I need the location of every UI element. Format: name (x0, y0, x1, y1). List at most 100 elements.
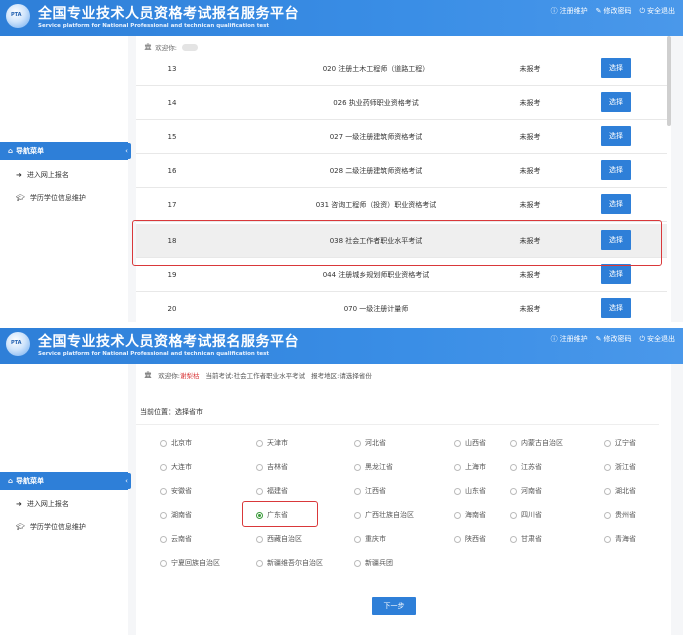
province-radio[interactable] (604, 487, 611, 495)
province-option[interactable]: 江苏省 (510, 462, 542, 472)
province-radio[interactable] (454, 463, 461, 471)
province-option[interactable]: 河南省 (510, 486, 542, 496)
register-maintain-link[interactable]: ⓘ 注册维护 (551, 334, 588, 344)
province-option[interactable]: 吉林省 (256, 462, 288, 472)
select-button[interactable]: 选择 (601, 264, 631, 284)
province-radio[interactable] (256, 439, 263, 447)
province-option[interactable]: 大连市 (160, 462, 192, 472)
province-option[interactable]: 贵州省 (604, 510, 636, 520)
province-option[interactable]: 辽宁省 (604, 438, 636, 448)
province-option[interactable]: 湖北省 (604, 486, 636, 496)
select-button[interactable]: 选择 (601, 298, 631, 318)
province-radio[interactable] (354, 511, 361, 519)
province-option[interactable]: 福建省 (256, 486, 288, 496)
scrollbar[interactable] (667, 36, 671, 126)
province-radio[interactable] (160, 559, 167, 567)
province-radio[interactable] (604, 511, 611, 519)
sidebar-item-degree-maintenance[interactable]: 🎓︎ 学历学位信息维护 (16, 193, 86, 203)
province-option[interactable]: 湖南省 (160, 510, 192, 520)
select-button[interactable]: 选择 (601, 126, 631, 146)
province-radio[interactable] (256, 559, 263, 567)
province-option[interactable]: 山东省 (454, 486, 486, 496)
province-option[interactable]: 江西省 (354, 486, 386, 496)
logout-link[interactable]: ⏻ 安全退出 (639, 334, 675, 344)
province-option[interactable]: 西藏自治区 (256, 534, 302, 544)
province-radio[interactable] (510, 463, 517, 471)
province-option[interactable]: 内蒙古自治区 (510, 438, 563, 448)
province-option[interactable]: 海南省 (454, 510, 486, 520)
province-option[interactable]: 宁夏回族自治区 (160, 558, 220, 568)
select-button[interactable]: 选择 (601, 194, 631, 214)
exam-name: 031 咨询工程师（投资）职业资格考试 (315, 201, 437, 209)
province-radio[interactable] (160, 535, 167, 543)
province-radio[interactable] (510, 511, 517, 519)
next-step-button[interactable]: 下一步 (372, 597, 416, 615)
register-maintain-link[interactable]: ⓘ 注册维护 (551, 6, 588, 16)
power-icon: ⏻ (639, 334, 645, 343)
province-radio[interactable] (604, 463, 611, 471)
select-button[interactable]: 选择 (601, 92, 631, 112)
home-icon: ⌂ (8, 147, 14, 155)
province-option[interactable]: 甘肃省 (510, 534, 542, 544)
change-password-link[interactable]: ✎ 修改密码 (596, 334, 632, 344)
row-number: 13 (167, 65, 177, 73)
province-radio[interactable] (510, 439, 517, 447)
province-option[interactable]: 四川省 (510, 510, 542, 520)
province-radio[interactable] (160, 439, 167, 447)
province-option[interactable]: 广西壮族自治区 (354, 510, 414, 520)
province-option[interactable]: 重庆市 (354, 534, 386, 544)
info-icon: ⓘ (550, 7, 558, 15)
province-radio[interactable] (160, 463, 167, 471)
sidebar-collapse-button[interactable]: ‹ (122, 143, 131, 159)
province-radio[interactable] (454, 535, 461, 543)
exam-status: 未报考 (519, 305, 541, 313)
change-password-link[interactable]: ✎ 修改密码 (596, 6, 632, 16)
province-option[interactable]: 天津市 (256, 438, 288, 448)
province-option[interactable]: 安徽省 (160, 486, 192, 496)
sidebar-collapse-button[interactable]: ‹ (122, 473, 131, 489)
sidebar-item-online-registration[interactable]: ➜ 进入网上报名 (16, 499, 69, 509)
select-button[interactable]: 选择 (601, 58, 631, 78)
province-option[interactable]: 黑龙江省 (354, 462, 393, 472)
current-exam: 社会工作者职业水平考试 (233, 372, 306, 380)
province-radio[interactable] (604, 439, 611, 447)
province-radio[interactable] (510, 487, 517, 495)
province-option[interactable]: 上海市 (454, 462, 486, 472)
province-label: 湖北省 (615, 487, 636, 495)
province-radio[interactable] (454, 439, 461, 447)
logout-link[interactable]: ⏻ 安全退出 (639, 6, 675, 16)
province-radio[interactable] (354, 559, 361, 567)
province-label: 湖南省 (171, 511, 192, 519)
province-radio[interactable] (454, 487, 461, 495)
province-radio[interactable] (160, 511, 167, 519)
pta-logo: PTA (6, 332, 30, 356)
province-option[interactable]: 新疆兵团 (354, 558, 393, 568)
sidebar-item-online-registration[interactable]: ➜ 进入网上报名 (16, 170, 69, 180)
province-radio[interactable] (256, 463, 263, 471)
province-label: 北京市 (171, 439, 192, 447)
province-option[interactable]: 青海省 (604, 534, 636, 544)
province-radio[interactable] (354, 439, 361, 447)
province-radio[interactable] (354, 535, 361, 543)
province-radio[interactable] (160, 487, 167, 495)
breadcrumb: 当前位置：选择省市 (140, 408, 203, 416)
edit-icon: ✎ (595, 7, 602, 15)
province-radio[interactable] (604, 535, 611, 543)
province-label: 山东省 (465, 487, 486, 495)
province-option[interactable]: 新疆维吾尔自治区 (256, 558, 323, 568)
province-radio[interactable] (454, 511, 461, 519)
province-option[interactable]: 云南省 (160, 534, 192, 544)
province-radio[interactable] (510, 535, 517, 543)
province-option[interactable]: 北京市 (160, 438, 192, 448)
province-radio[interactable] (354, 463, 361, 471)
province-radio[interactable] (354, 487, 361, 495)
province-option[interactable]: 河北省 (354, 438, 386, 448)
province-option[interactable]: 浙江省 (604, 462, 636, 472)
province-radio[interactable] (256, 487, 263, 495)
select-button[interactable]: 选择 (601, 160, 631, 180)
province-radio[interactable] (256, 535, 263, 543)
province-label: 福建省 (267, 487, 288, 495)
province-option[interactable]: 山西省 (454, 438, 486, 448)
sidebar-item-degree-maintenance[interactable]: 🎓︎ 学历学位信息维护 (16, 522, 86, 532)
province-option[interactable]: 陕西省 (454, 534, 486, 544)
